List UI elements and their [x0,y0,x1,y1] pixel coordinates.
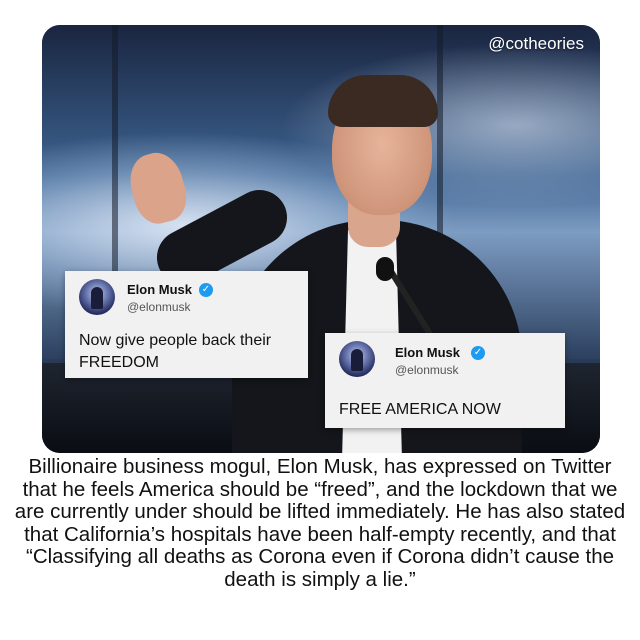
check-badge-icon: ✓ [471,346,485,360]
tweet-author-handle: @elonmusk [127,300,191,314]
tweet-text: Now give people back their FREEDOM [79,332,272,371]
microphone-icon [376,257,394,281]
person-hair [328,75,438,127]
avatar [79,279,115,315]
watermark: @cotheories [488,34,584,53]
tweet-author-name: Elon Musk [127,282,193,297]
tweet-text: FREE AMERICA NOW [339,401,501,418]
tweet-card: Elon Musk ✓ @elonmusk FREE AMERICA NOW [325,333,565,428]
tweet-card: Elon Musk ✓ @elonmusk Now give people ba… [65,271,308,378]
caption-text: Billionaire business mogul, Elon Musk, h… [14,455,626,591]
check-badge-icon: ✓ [199,283,213,297]
tweet-author-name: Elon Musk [395,345,461,360]
avatar [339,341,375,377]
tweet-author-handle: @elonmusk [395,363,459,377]
